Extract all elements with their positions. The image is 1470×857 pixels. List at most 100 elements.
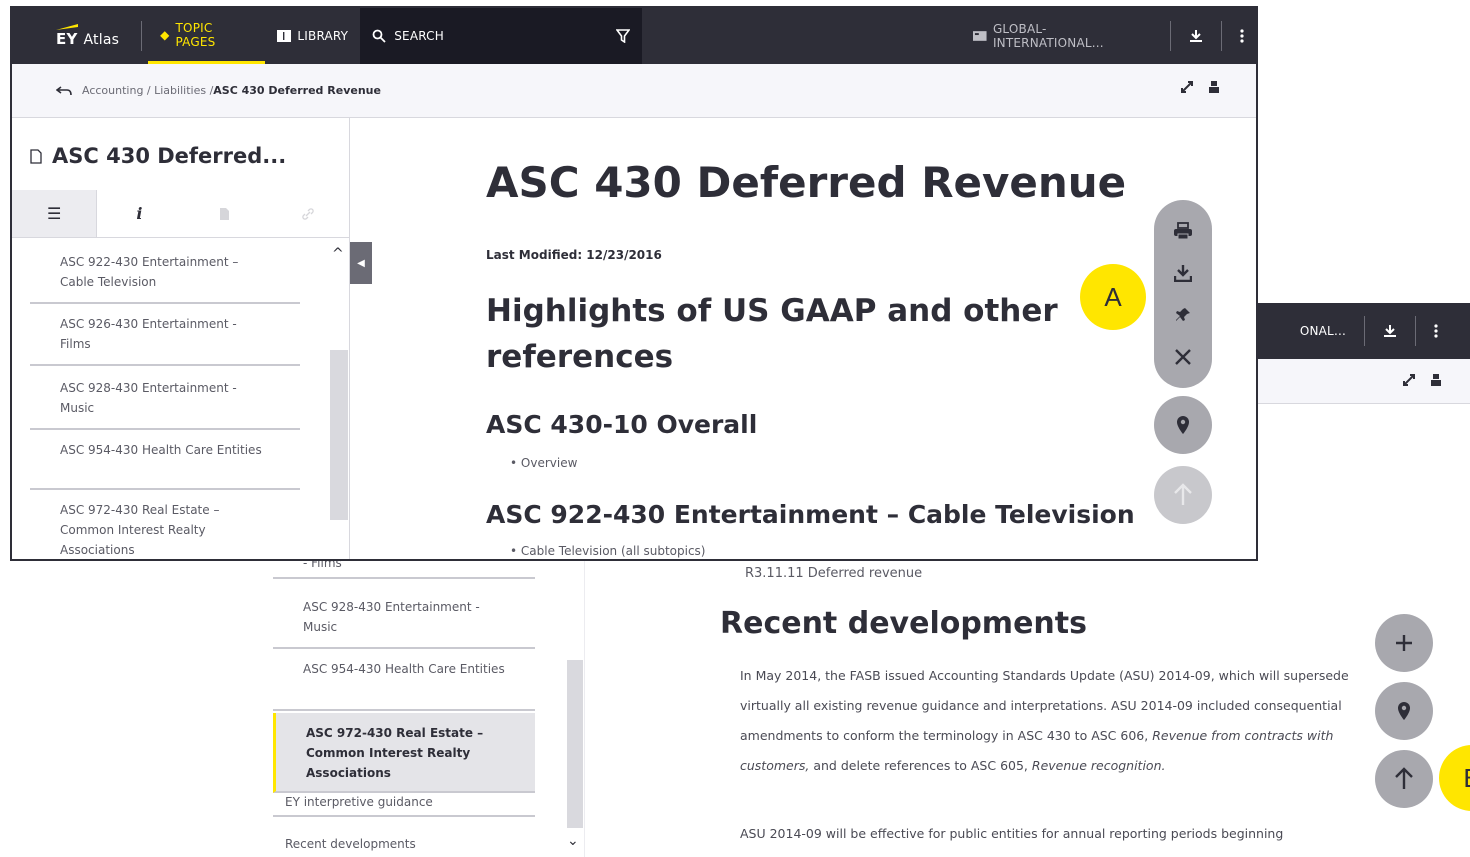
- section-bullet[interactable]: • Overview: [510, 456, 577, 470]
- logo-atlas: Atlas: [83, 32, 120, 48]
- list-item[interactable]: Recent developments: [285, 837, 416, 851]
- more-vert-icon[interactable]: [1422, 303, 1450, 359]
- search-bar[interactable]: SEARCH: [360, 8, 642, 64]
- location-button[interactable]: [1375, 682, 1433, 740]
- scrollbar-thumb[interactable]: [567, 660, 583, 828]
- print-icon[interactable]: [1208, 80, 1220, 94]
- scrollbar-thumb[interactable]: [330, 350, 348, 520]
- close-icon: [1175, 349, 1191, 365]
- nav-separator: [1415, 316, 1416, 346]
- location-pin-icon: [1177, 416, 1189, 434]
- download-icon[interactable]: [1177, 8, 1215, 64]
- list-item[interactable]: ASC 954-430 Health Care Entities: [273, 651, 535, 711]
- doc-title-text: ASC 430 Deferred...: [52, 144, 287, 168]
- tab-contents[interactable]: ☰: [12, 190, 98, 237]
- expand-icon[interactable]: [1180, 80, 1194, 94]
- nav-separator: [1170, 21, 1172, 51]
- back-sidebar: - Films ASC 928-430 Entertainment - Musi…: [255, 553, 585, 857]
- region-icon: [973, 31, 987, 41]
- scroll-top-button[interactable]: [1375, 750, 1433, 808]
- action-toolbar: [1154, 200, 1212, 388]
- nav-topic-pages-label: TOPIC PAGES: [175, 20, 216, 49]
- back-top-nav: ONAL...: [1240, 303, 1470, 359]
- print-button[interactable]: [1163, 214, 1203, 248]
- document-icon: [30, 148, 42, 164]
- attachment-icon: [219, 207, 229, 220]
- close-button[interactable]: [1163, 340, 1203, 374]
- section-title: ASC 922-430 Entertainment – Cable Televi…: [486, 500, 1135, 529]
- back-region-selector[interactable]: ONAL...: [1288, 303, 1358, 359]
- list-item[interactable]: EY interpretive guidance: [285, 795, 433, 809]
- sidebar: ASC 430 Deferred... ☰ i ASC 922-430 Ente…: [12, 118, 350, 559]
- back-arrow-icon[interactable]: [56, 85, 72, 96]
- print-icon: [1174, 222, 1192, 240]
- list-item[interactable]: ASC 922-430 Entertainment – Cable Televi…: [30, 242, 300, 304]
- sidebar-tabs: ☰ i: [12, 190, 350, 238]
- section-title: ASC 430-10 Overall: [486, 410, 758, 439]
- main-content: ASC 430 Deferred Revenue Last Modified: …: [486, 118, 1186, 559]
- list-icon: ☰: [46, 204, 62, 223]
- collapse-sidebar-button[interactable]: ◀: [350, 242, 372, 284]
- plus-button[interactable]: [1375, 614, 1433, 672]
- paragraph-text: and delete references to ASC 605,: [813, 758, 1028, 773]
- foreground-window: EY Atlas ◆ TOPIC PAGES LIBRARY SEARCH GL…: [10, 6, 1258, 561]
- location-button[interactable]: [1154, 396, 1212, 454]
- highlights-heading: Highlights of US GAAP and other referenc…: [486, 293, 1058, 375]
- reference-item[interactable]: R3.11.11 Deferred revenue: [745, 566, 922, 581]
- chevron-up-icon[interactable]: ^: [332, 246, 344, 262]
- logo-ey: EY: [56, 30, 78, 48]
- back-breadcrumb-bar: [1240, 359, 1470, 404]
- nav-topic-pages[interactable]: ◆ TOPIC PAGES: [148, 8, 266, 64]
- list-item[interactable]: ASC 972-430 Real Estate – Common Interes…: [30, 492, 300, 559]
- download-icon[interactable]: [1371, 303, 1409, 359]
- expand-icon[interactable]: [1402, 372, 1416, 391]
- pin-icon: [1176, 308, 1190, 321]
- region-label: GLOBAL-INTERNATIONAL...: [992, 22, 1104, 50]
- bullet-text: Overview: [520, 456, 578, 470]
- top-nav: EY Atlas ◆ TOPIC PAGES LIBRARY SEARCH GL…: [12, 8, 1256, 64]
- tab-attachments[interactable]: [182, 190, 266, 237]
- ey-atlas-logo[interactable]: EY Atlas: [12, 8, 135, 64]
- search-label: SEARCH: [394, 29, 444, 43]
- library-icon: [277, 30, 292, 42]
- paragraph: ASU 2014-09 will be effective for public…: [740, 826, 1284, 841]
- tab-info[interactable]: i: [97, 190, 181, 237]
- section-heading: Recent developments: [720, 606, 1087, 641]
- filter-icon[interactable]: [615, 29, 630, 43]
- download-button[interactable]: [1163, 256, 1203, 290]
- nav-separator: [1364, 316, 1365, 346]
- section-bullet[interactable]: • Cable Television (all subtopics): [510, 544, 705, 558]
- list-item-active[interactable]: ASC 972-430 Real Estate – Common Interes…: [273, 713, 535, 793]
- download-icon: [1174, 265, 1192, 282]
- nav-separator: [141, 21, 143, 51]
- more-vert-icon[interactable]: [1228, 8, 1256, 64]
- print-icon[interactable]: [1430, 372, 1442, 391]
- list-item[interactable]: ASC 928-430 Entertainment - Music: [30, 368, 300, 430]
- list-item[interactable]: ASC 926-430 Entertainment - Films: [30, 306, 300, 366]
- tab-links[interactable]: [266, 190, 350, 237]
- link-icon: [302, 207, 314, 220]
- diamond-icon: ◆: [160, 27, 170, 42]
- list-item[interactable]: ASC 954-430 Health Care Entities: [30, 432, 300, 490]
- callout-b: B: [1439, 745, 1470, 811]
- chevron-down-icon[interactable]: ⌄: [567, 833, 579, 849]
- paragraph: In May 2014, the FASB issued Accounting …: [740, 661, 1350, 781]
- paragraph-italic: Revenue recognition.: [1031, 758, 1166, 773]
- callout-a: A: [1080, 264, 1146, 330]
- pin-button[interactable]: [1163, 298, 1203, 332]
- breadcrumb-path[interactable]: Accounting / Liabilities /: [82, 84, 213, 97]
- info-icon: i: [136, 204, 143, 223]
- sidebar-doc-title: ASC 430 Deferred...: [30, 144, 286, 168]
- breadcrumb-current: ASC 430 Deferred Revenue: [213, 84, 381, 97]
- divider: [273, 815, 535, 817]
- list-item[interactable]: ASC 928-430 Entertainment - Music: [273, 589, 535, 649]
- nav-library[interactable]: LIBRARY: [265, 8, 360, 64]
- region-selector[interactable]: GLOBAL-INTERNATIONAL...: [961, 8, 1164, 64]
- arrow-up-icon: [1174, 483, 1192, 505]
- search-icon: [372, 29, 386, 43]
- nav-separator: [1221, 21, 1222, 51]
- nav-library-label: LIBRARY: [297, 29, 349, 43]
- bullet-text: Cable Television (all subtopics): [520, 544, 706, 558]
- breadcrumb-actions: [1180, 80, 1220, 94]
- scroll-top-button[interactable]: [1154, 466, 1212, 524]
